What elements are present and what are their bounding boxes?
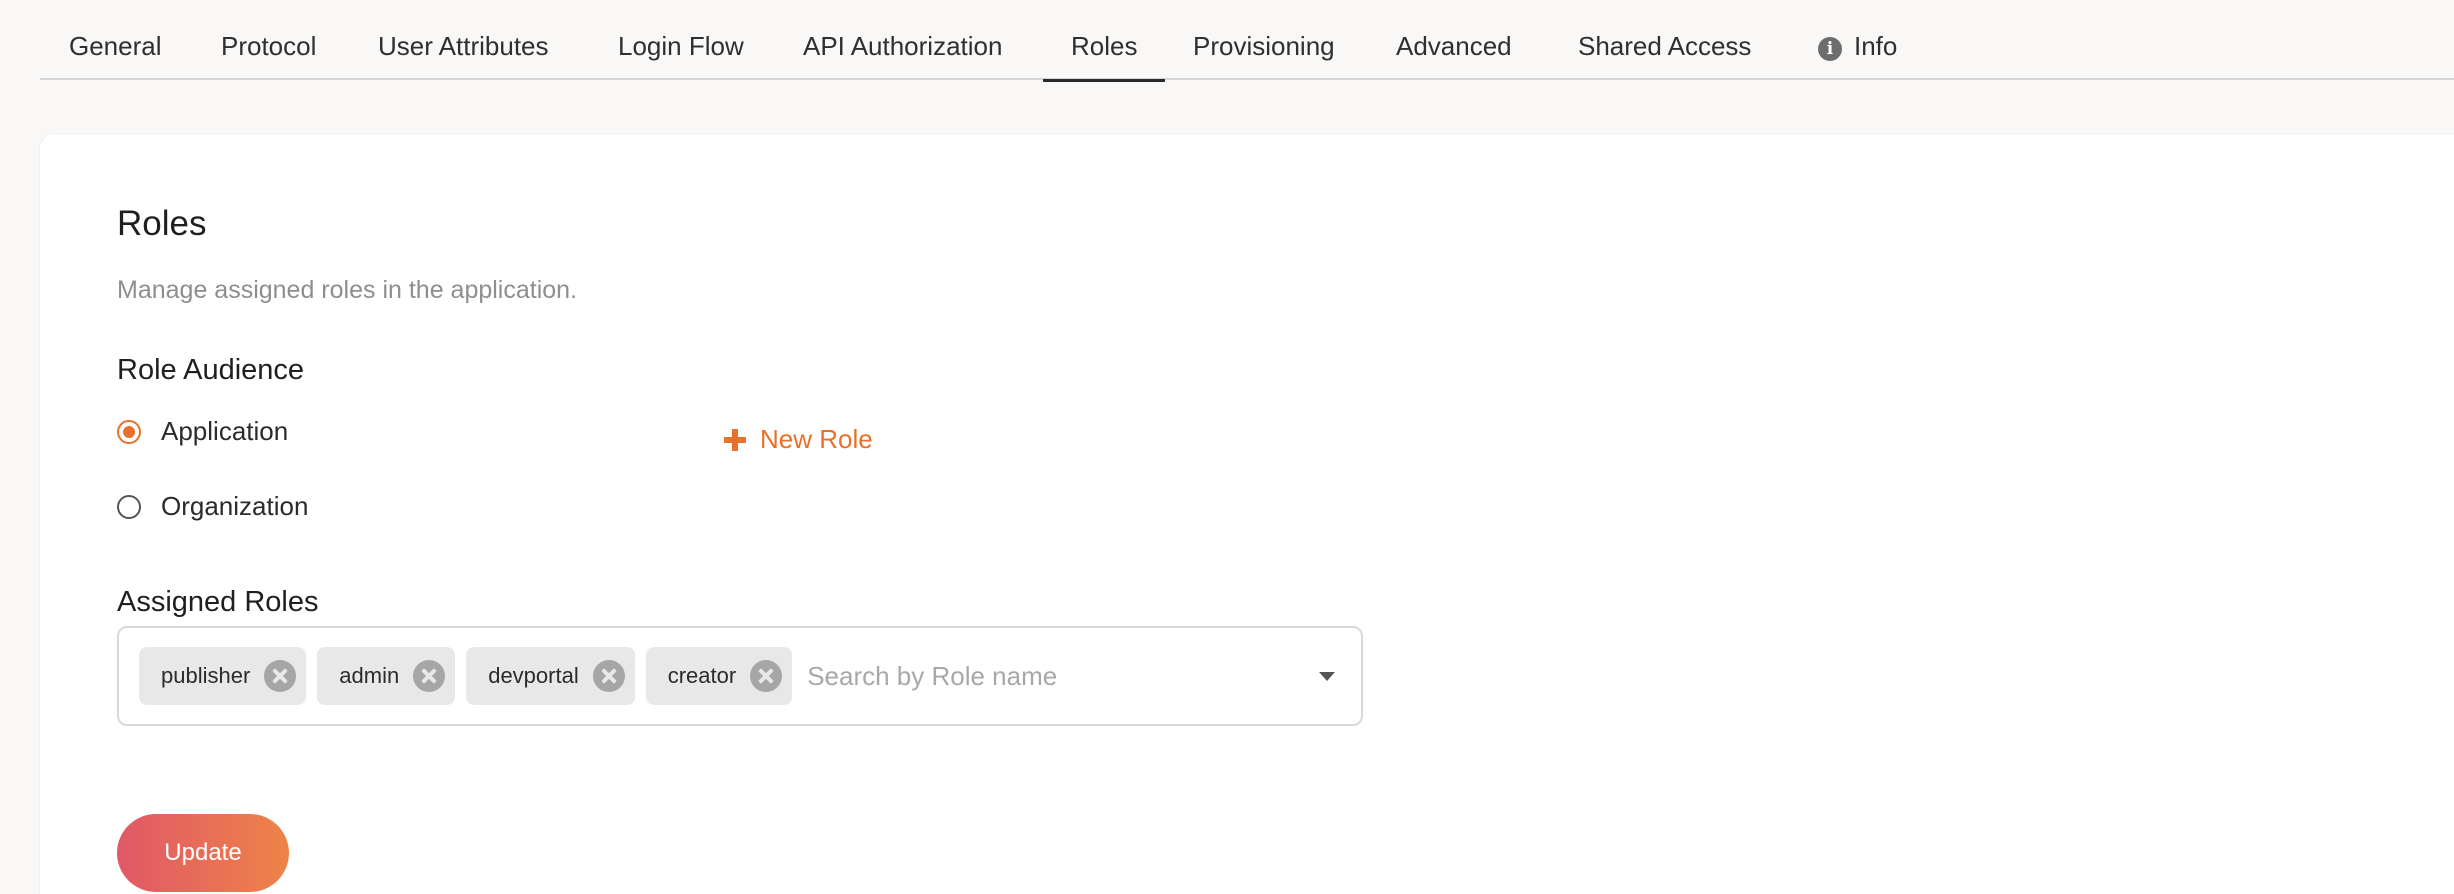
assigned-roles-label: Assigned Roles [117, 586, 319, 618]
remove-chip-icon[interactable] [264, 660, 297, 692]
radio-organization[interactable]: Organization [117, 491, 308, 522]
update-button[interactable]: Update [117, 814, 289, 892]
tab-info[interactable]: i Info [1818, 0, 1897, 80]
role-chip-creator: creator [645, 647, 793, 705]
tab-api-authorization[interactable]: API Authorization [803, 0, 1002, 80]
role-chip-label: admin [339, 663, 400, 688]
assigned-roles-select[interactable]: publisher admin devportal creator [117, 626, 1363, 726]
tab-bar: General Protocol User Attributes Login F… [40, 0, 2454, 82]
tab-login-flow[interactable]: Login Flow [618, 0, 744, 80]
new-role-label: New Role [760, 424, 873, 454]
tab-roles[interactable]: Roles [1042, 0, 1167, 82]
role-chip-publisher: publisher [139, 647, 307, 705]
role-chip-label: creator [667, 663, 737, 688]
role-chip-devportal: devportal [466, 647, 635, 705]
role-chip-label: devportal [488, 663, 579, 688]
radio-organization-label: Organization [161, 491, 309, 521]
tab-user-attributes[interactable]: User Attributes [378, 0, 549, 80]
caret-down-icon[interactable] [1319, 671, 1335, 681]
new-role-button[interactable]: New Role [724, 424, 873, 455]
tab-protocol[interactable]: Protocol [221, 0, 316, 80]
role-chip-label: publisher [161, 663, 251, 688]
info-icon: i [1818, 37, 1842, 61]
plus-icon [724, 428, 746, 451]
roles-card: Roles Manage assigned roles in the appli… [40, 134, 2454, 894]
page-title: Roles [117, 204, 207, 243]
role-audience-label: Role Audience [117, 354, 305, 386]
page-description: Manage assigned roles in the application… [117, 276, 578, 304]
tab-provisioning[interactable]: Provisioning [1193, 0, 1335, 80]
role-search-input[interactable] [803, 659, 1309, 693]
role-chip-admin: admin [317, 647, 456, 705]
tab-info-label: Info [1854, 31, 1898, 61]
tab-shared-access[interactable]: Shared Access [1578, 0, 1751, 80]
radio-button-unchecked[interactable] [117, 494, 141, 519]
remove-chip-icon[interactable] [750, 660, 783, 692]
radio-application[interactable]: Application [117, 416, 288, 447]
remove-chip-icon[interactable] [592, 660, 625, 692]
tab-general[interactable]: General [69, 0, 162, 80]
radio-application-label: Application [161, 416, 289, 446]
radio-button-checked[interactable] [117, 419, 141, 444]
tab-advanced[interactable]: Advanced [1396, 0, 1512, 80]
remove-chip-icon[interactable] [413, 660, 446, 692]
